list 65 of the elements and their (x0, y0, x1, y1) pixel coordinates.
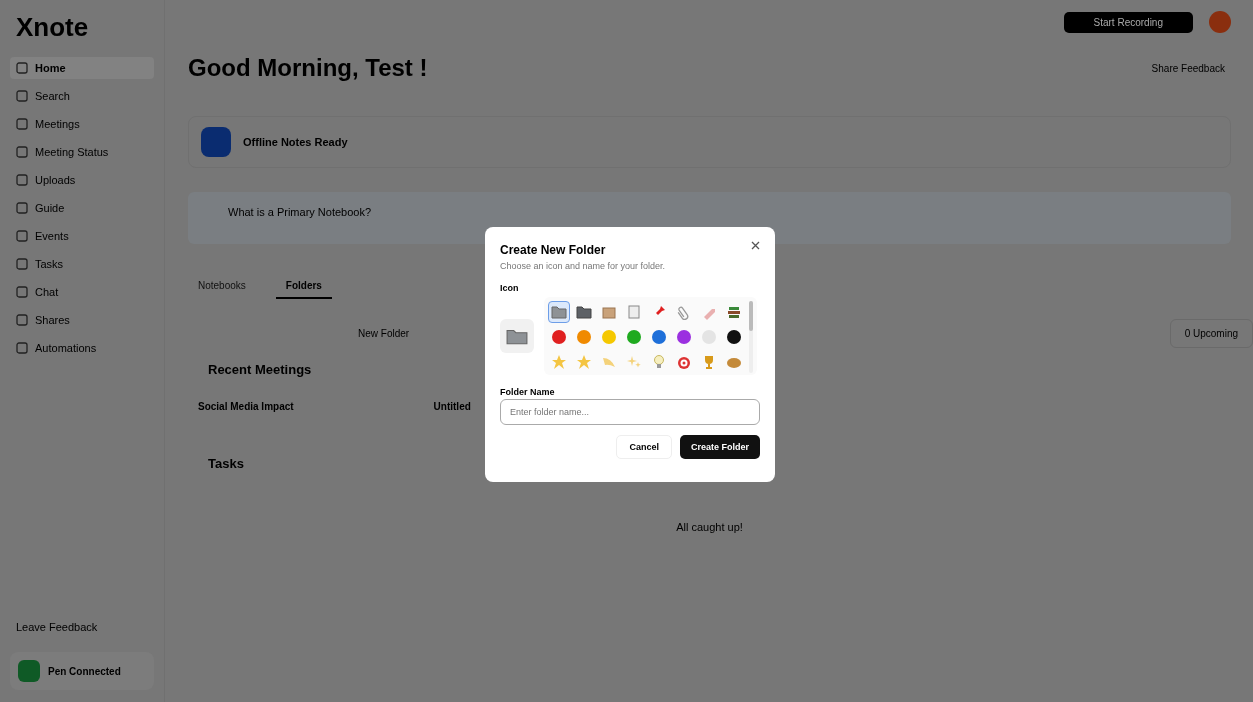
folder-icon (551, 304, 567, 320)
meeting-title[interactable]: Social Media Impact (198, 401, 294, 412)
ball-icon (726, 329, 742, 345)
create-folder-button[interactable]: Create Folder (679, 435, 760, 459)
square-icon (16, 146, 28, 158)
sidebar-item[interactable]: Chat (10, 281, 154, 303)
tab[interactable]: Notebooks (188, 274, 256, 299)
square-icon (16, 258, 28, 270)
record-button[interactable]: Start Recording (1063, 11, 1193, 33)
square-icon (16, 342, 28, 354)
sidebar-item[interactable]: Meeting Status (10, 141, 154, 163)
ball-icon (626, 329, 642, 345)
square-icon (16, 90, 28, 102)
sidebar-item[interactable]: Shares (10, 309, 154, 331)
star-icon (551, 354, 567, 370)
app-logo: Xnote (16, 12, 90, 43)
avatar[interactable] (1209, 11, 1231, 33)
target-icon (676, 354, 692, 370)
square-icon (16, 314, 28, 326)
meeting-title[interactable]: Untitled (433, 401, 471, 412)
sidebar-item[interactable]: Events (10, 225, 154, 247)
upcoming-badge[interactable]: 0 Upcoming (1169, 319, 1253, 348)
ball-icon (651, 329, 667, 345)
sidebar-item[interactable]: Search (10, 85, 154, 107)
ball-icon (676, 329, 692, 345)
books-icon (726, 304, 742, 320)
sidebar-item[interactable]: Uploads (10, 169, 154, 191)
banner-title: Offline Notes Ready (243, 136, 348, 148)
square-icon (16, 62, 28, 74)
sidebar-item[interactable]: Tasks (10, 253, 154, 275)
sidebar-item[interactable]: Home (10, 57, 154, 79)
sidebar-item[interactable]: Meetings (10, 113, 154, 135)
dialog-subtitle: Choose an icon and name for your folder. (500, 261, 666, 271)
share-feedback-button[interactable]: Share Feedback (1145, 61, 1231, 75)
square-icon (16, 202, 28, 214)
sidebar-item[interactable]: Automations (10, 337, 154, 359)
folder-name-field[interactable]: Enter folder name... (500, 399, 760, 425)
dialog-title: Create New Folder (500, 243, 607, 257)
info-title: What is a Primary Notebook? (228, 206, 372, 218)
section-title: Recent Meetings (208, 362, 313, 377)
new-folder-button[interactable]: New Folder (358, 328, 410, 339)
pen-status-card[interactable]: Pen Connected (10, 652, 154, 690)
section-title: Tasks (208, 456, 245, 471)
folder-dark-icon (576, 304, 592, 320)
square-icon (16, 286, 28, 298)
box-icon (601, 304, 617, 320)
folder-name-label: Folder Name (500, 387, 556, 397)
star-icon (576, 354, 592, 370)
ball-icon (576, 329, 592, 345)
feedback-link[interactable]: Leave Feedback (10, 616, 154, 638)
greeting: Good Morning, Test ! (188, 54, 428, 82)
square-icon (16, 230, 28, 242)
square-icon (16, 118, 28, 130)
empty-state: All caught up! (676, 521, 743, 533)
cancel-button[interactable]: Cancel (616, 435, 672, 459)
square-icon (16, 174, 28, 186)
ball-icon (601, 329, 617, 345)
tab[interactable]: Folders (275, 274, 332, 299)
bulb-icon (651, 354, 667, 370)
close-icon[interactable] (751, 241, 760, 250)
sidebar-item[interactable]: Guide (10, 197, 154, 219)
ball-icon (551, 329, 567, 345)
icon-label: Icon (500, 283, 520, 293)
notepad-icon (626, 304, 642, 320)
pen-status: Pen Connected (48, 665, 121, 677)
